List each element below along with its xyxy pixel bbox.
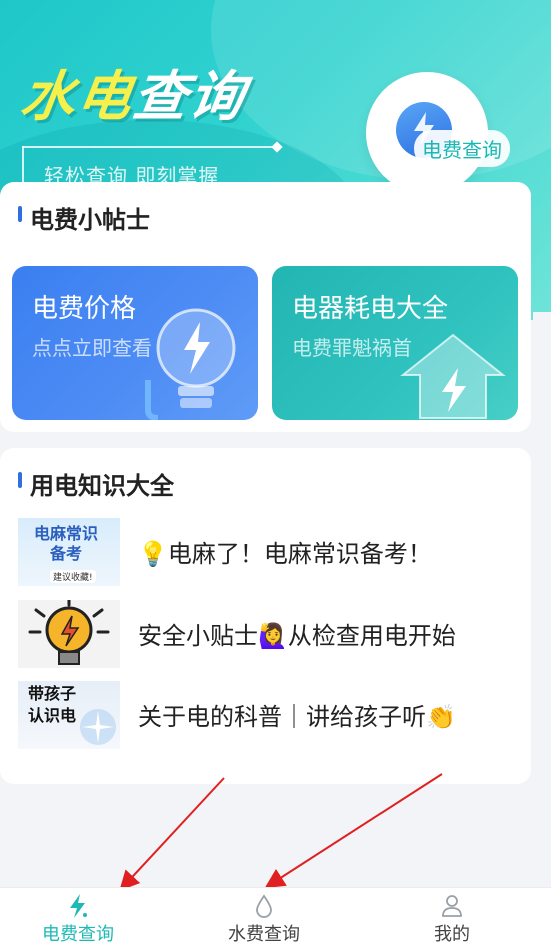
house-lightning-icon [400, 333, 506, 419]
slogan-divider [22, 146, 278, 148]
tile-title: 电器耗电大全 [292, 294, 449, 324]
article-title: 💡电麻了！电麻常识备考！ [138, 540, 432, 568]
article-thumbnail [18, 600, 120, 668]
user-icon [442, 895, 462, 917]
article-title: 安全小贴士🙋‍♀️从检查用电开始 [138, 622, 456, 650]
knowledge-card: 用电知识大全 电麻常识 备考 建议收藏! 💡电麻了！电麻常识备考！ 安全小贴士🙋… [0, 448, 531, 784]
tile-subtitle: 点点立即查看 [32, 336, 152, 360]
electric-price-tile[interactable]: 电费价格 点点立即查看 [12, 266, 258, 420]
tab-water-query[interactable]: 水费查询 [204, 888, 324, 942]
page-background-strip [533, 312, 551, 887]
app-title: 水电查询 [16, 52, 251, 131]
tips-card: 电费小帖士 电费价格 点点立即查看 电器耗电大全 电费罪魁祸首 [0, 182, 531, 432]
tab-electric-query[interactable]: 电费查询 [18, 888, 138, 942]
sparkle-decoration-icon [80, 709, 116, 745]
tab-label: 我的 [434, 924, 470, 942]
article-thumbnail: 电麻常识 备考 建议收藏! [18, 518, 120, 586]
tile-title: 电费价格 [32, 294, 137, 324]
annotation-arrow-left [119, 777, 225, 891]
thumbnail-text: 电麻常识 备考 [34, 524, 99, 563]
annotation-arrow-right [264, 773, 443, 889]
electric-query-badge[interactable]: 电费查询 [414, 130, 510, 167]
water-drop-icon [256, 894, 272, 918]
knowledge-section-title: 用电知识大全 [18, 466, 174, 501]
tab-label: 电费查询 [42, 924, 114, 942]
tile-subtitle: 电费罪魁祸首 [292, 336, 412, 360]
slogan-bracket [22, 146, 24, 186]
article-title: 关于电的科普｜讲给孩子听👏 [138, 703, 456, 731]
article-item[interactable]: 带孩子 认识电 关于电的科普｜讲给孩子听👏 [18, 681, 518, 749]
light-bulb-icon [145, 308, 236, 420]
tab-label: 水费查询 [228, 924, 300, 942]
light-bulb-icon [28, 600, 110, 665]
tips-section-title: 电费小帖士 [18, 200, 150, 235]
lightning-icon [70, 894, 87, 918]
thumbnail-caption: 建议收藏! [50, 570, 96, 583]
article-item[interactable]: 安全小贴士🙋‍♀️从检查用电开始 [18, 600, 518, 668]
tab-mine[interactable]: 我的 [392, 888, 512, 942]
appliance-consumption-tile[interactable]: 电器耗电大全 电费罪魁祸首 [272, 266, 518, 420]
app-title-part1: 水电 [16, 65, 138, 128]
app-title-part2: 查询 [128, 65, 250, 128]
article-item[interactable]: 电麻常识 备考 建议收藏! 💡电麻了！电麻常识备考！ [18, 518, 518, 586]
article-thumbnail: 带孩子 认识电 [18, 681, 120, 749]
bottom-navigation: 电费查询 水费查询 我的 [0, 887, 551, 942]
